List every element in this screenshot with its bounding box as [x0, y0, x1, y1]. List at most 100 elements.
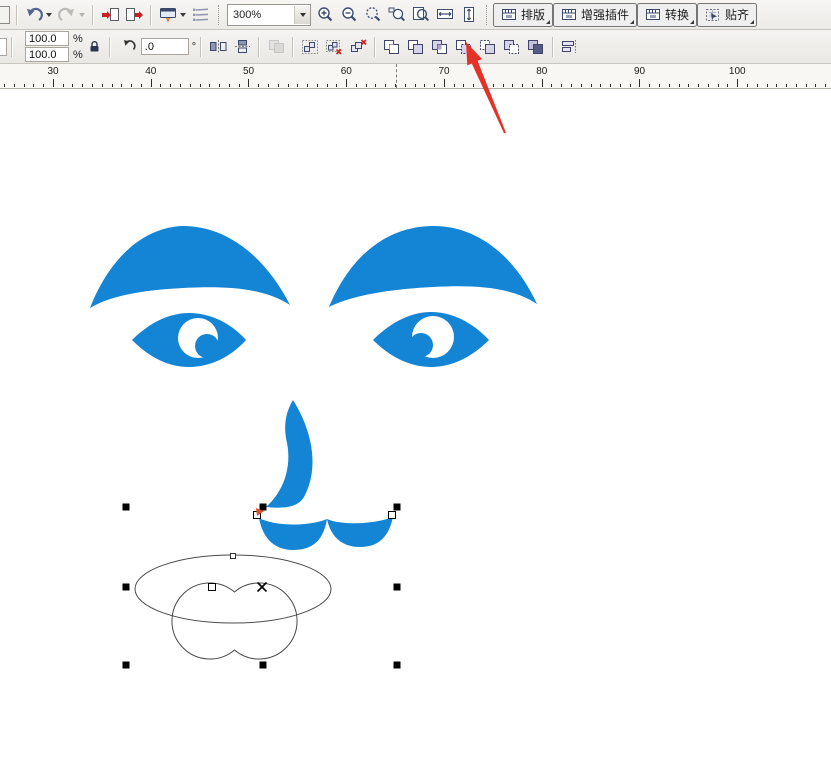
mirror-vertical-button[interactable] [230, 35, 254, 59]
application-launcher-button[interactable] [156, 3, 180, 27]
ruler-tick [737, 79, 738, 87]
clipped-toolbar-icon [0, 6, 10, 24]
ruler-tick [698, 84, 699, 87]
ruler-tick [209, 84, 210, 87]
macro-button-label: 贴齐 [725, 6, 749, 23]
flyout-corner-icon [690, 20, 694, 24]
app-window: { "toolbar": { "zoom_level": "300%", "ma… [0, 0, 831, 763]
zoom-in-button[interactable] [313, 3, 337, 27]
front-minus-back-icon [479, 39, 497, 55]
scale-factor-fields: % % [25, 31, 83, 62]
ruler-tick [200, 84, 201, 87]
lock-ratio-button[interactable] [85, 35, 105, 59]
scale-y-input[interactable] [25, 47, 69, 62]
simplify-icon [455, 39, 473, 55]
simplify-button[interactable] [452, 35, 476, 59]
ruler-tick [747, 84, 748, 87]
group-icon [301, 39, 319, 55]
separator [109, 37, 111, 57]
trim-button[interactable] [404, 35, 428, 59]
ruler-tick [63, 84, 64, 87]
ruler-tick [327, 84, 328, 87]
ruler-tick [92, 84, 93, 87]
redo-icon [58, 7, 76, 23]
macro-button-typesetting[interactable]: 排版 [493, 3, 553, 27]
zoom-level-combobox[interactable]: 300% [227, 4, 311, 26]
redo-dropdown-caret[interactable] [79, 13, 85, 17]
ruler-tick [718, 84, 719, 87]
degree-sign: ° [192, 41, 196, 53]
group-button[interactable] [298, 35, 322, 59]
ungroup-all-icon [349, 39, 367, 55]
ruler-tick [356, 84, 357, 87]
apply-to-duplicate-icon [268, 39, 285, 54]
ruler-tick [659, 84, 660, 87]
align-distribute-button[interactable] [558, 35, 582, 59]
export-button[interactable] [122, 3, 146, 27]
ungroup-button[interactable] [322, 35, 346, 59]
application-launcher-caret[interactable] [180, 13, 186, 17]
separator [16, 5, 18, 25]
import-button[interactable] [98, 3, 122, 27]
snap-grid-icon [705, 8, 721, 22]
ruler-label: 90 [634, 66, 645, 77]
ungroup-all-button[interactable] [346, 35, 370, 59]
mirror-vertical-icon [233, 39, 252, 54]
ruler-tick [112, 84, 113, 87]
zoom-out-button[interactable] [337, 3, 361, 27]
ruler-label: 70 [438, 66, 449, 77]
ruler-label: 30 [47, 66, 58, 77]
undo-dropdown-caret[interactable] [46, 13, 52, 17]
chevron-down-icon [300, 13, 306, 17]
separator [552, 37, 554, 57]
ruler-tick [346, 79, 347, 87]
scale-x-input[interactable] [25, 31, 69, 46]
zoom-to-page-width-icon [436, 6, 454, 23]
ruler-tick [649, 84, 650, 87]
percent-sign: % [73, 33, 83, 45]
ruler-tick [727, 84, 728, 87]
create-boundary-button[interactable] [524, 35, 548, 59]
horizontal-ruler[interactable]: 30405060708090100 [0, 64, 831, 89]
zoom-to-page-width-button[interactable] [433, 3, 457, 27]
ruler-label: 50 [243, 66, 254, 77]
zoom-to-page-button[interactable] [409, 3, 433, 27]
ruler-tick [434, 84, 435, 87]
mirror-horizontal-button[interactable] [206, 35, 230, 59]
apply-to-duplicate-button [264, 35, 288, 59]
page-boundary-marker [396, 64, 397, 88]
ruler-tick [248, 79, 249, 87]
undo-button[interactable] [22, 3, 46, 27]
back-minus-front-button[interactable] [500, 35, 524, 59]
zoom-out-icon [340, 6, 358, 23]
drawing-canvas[interactable] [0, 89, 831, 763]
align-distribute-icon [561, 39, 579, 54]
standard-toolbar: 300% 排版 增强插件 转换 贴齐 [0, 0, 831, 30]
ruler-tick [776, 84, 777, 87]
ruler-tick [14, 84, 15, 87]
macro-button-enhanced-plugins[interactable]: 增强插件 [553, 3, 637, 27]
separator [150, 5, 152, 25]
zoom-to-page-height-button[interactable] [457, 3, 481, 27]
macro-button-snap[interactable]: 贴齐 [697, 3, 757, 27]
ruler-label: 40 [145, 66, 156, 77]
ruler-label: 100 [729, 66, 746, 77]
front-minus-back-button[interactable] [476, 35, 500, 59]
separator [486, 5, 488, 25]
welcome-screen-button[interactable] [189, 3, 213, 27]
ruler-tick [151, 79, 152, 87]
ruler-label: 60 [341, 66, 352, 77]
intersect-button[interactable] [428, 35, 452, 59]
ruler-tick [278, 84, 279, 87]
zoom-to-selection-button[interactable] [361, 3, 385, 27]
ruler-tick [522, 84, 523, 87]
ruler-tick [4, 84, 5, 87]
rotation-icon [121, 39, 137, 55]
rotation-input[interactable] [141, 38, 189, 55]
zoom-level-dropdown[interactable] [294, 6, 310, 24]
macro-button-convert[interactable]: 转换 [637, 3, 697, 27]
weld-button[interactable] [380, 35, 404, 59]
redo-button[interactable] [55, 3, 79, 27]
ruler-tick [258, 84, 259, 87]
zoom-to-all-objects-button[interactable] [385, 3, 409, 27]
